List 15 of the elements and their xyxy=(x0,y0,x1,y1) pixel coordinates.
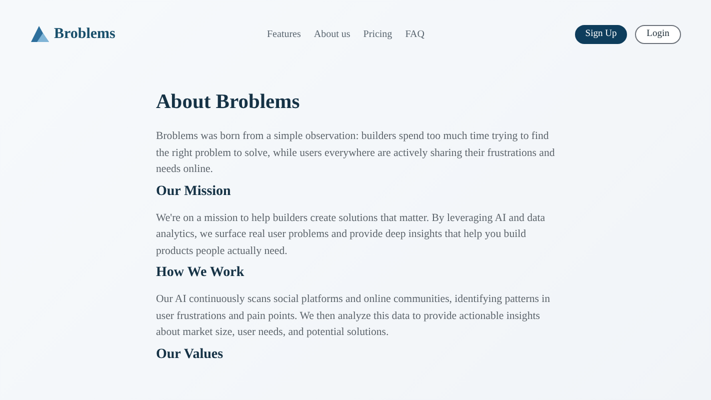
section-heading: How We Work xyxy=(156,265,246,281)
section-paragraph: We're on a mission to help builders create solutions that matter. By leveraging AI and data analytics, we surface real user problems and provide deep insights that help you build products people actually need. xyxy=(156,210,546,258)
brand-name[interactable]: Broblems xyxy=(54,26,116,42)
section-paragraph: Our AI continuously scans social platforms and online communities, identifying patterns in user frustrations and pain points. We then analyze this data to provide actionable insights about market size, user needs, and potential solutions. xyxy=(156,292,552,340)
nav-link[interactable]: FAQ xyxy=(405,28,424,40)
nav-link[interactable]: Features xyxy=(267,28,301,40)
nav-link[interactable]: About us xyxy=(314,28,350,40)
page-title: About Broblems xyxy=(156,91,301,114)
sign-up-button[interactable]: Sign Up xyxy=(575,24,627,44)
section-heading: Our Values xyxy=(156,346,224,362)
intro-paragraph: Broblems was born from a simple observation: builders spend too much time trying to find the right problem to solve, while users everywhere are actively sharing their frustrations and needs online. xyxy=(156,129,556,177)
mountain-logo-icon xyxy=(31,26,49,42)
login-button[interactable]: Login xyxy=(635,24,681,44)
section-heading: Our Mission xyxy=(156,184,232,200)
nav-link[interactable]: Pricing xyxy=(363,28,392,40)
